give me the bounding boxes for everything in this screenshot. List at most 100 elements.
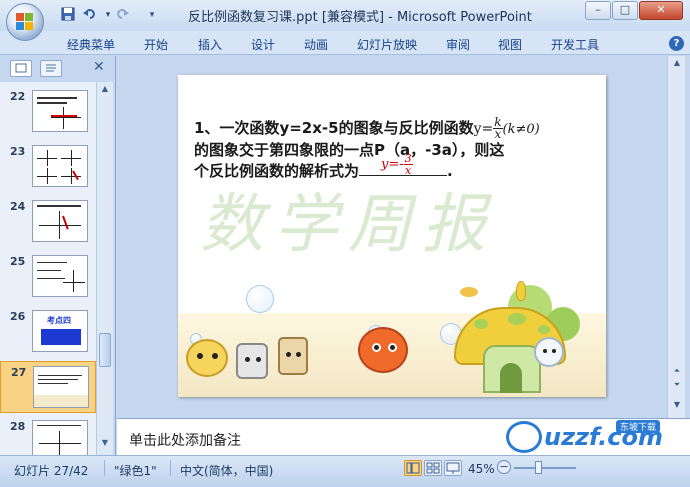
question-line-1: 1、一次函数y=2x-5的图象与反比例函数y= k x(k≠0) bbox=[194, 116, 594, 141]
scroll-down-icon[interactable]: ▼ bbox=[671, 400, 683, 414]
watermark-text: 数学周报 bbox=[200, 188, 496, 262]
slides-tab[interactable] bbox=[10, 60, 32, 77]
tab-animation[interactable]: 动画 bbox=[304, 36, 328, 53]
tab-review[interactable]: 审阅 bbox=[446, 36, 470, 53]
slide-editor: 数学周报 1、一次函数y=2x-5的图象与反比例函数y= k x(k≠0) 的图… bbox=[117, 56, 690, 418]
thumbnail-image: 考点四 bbox=[32, 310, 88, 352]
thumbnail-22[interactable]: 22 bbox=[0, 86, 96, 138]
answer-denominator: x bbox=[405, 164, 412, 177]
line1-fraction: kx bbox=[493, 116, 503, 141]
tan-character bbox=[278, 337, 308, 375]
bubble-decoration bbox=[246, 285, 274, 313]
thumbnail-number: 26 bbox=[10, 310, 26, 323]
scroll-up-icon[interactable]: ▲ bbox=[99, 84, 111, 98]
question-line-3: 个反比例函数的解析式为 y=- 3 x. bbox=[194, 153, 594, 182]
thumbnail-image bbox=[33, 366, 89, 408]
scroll-up-icon[interactable]: ▲ bbox=[671, 58, 683, 72]
maximize-button[interactable]: □ bbox=[612, 1, 638, 20]
notes-placeholder: 单击此处添加备注 bbox=[129, 433, 241, 449]
zoom-level[interactable]: 45% bbox=[468, 462, 495, 476]
outline-tab[interactable] bbox=[40, 60, 62, 77]
status-bar: 幻灯片 27/42 "绿色1" 中文(简体，中国) 45% − bbox=[0, 455, 690, 487]
thumbnail-scrollbar[interactable]: ▲ ▼ bbox=[96, 82, 113, 455]
thumbnail-27[interactable]: 27 bbox=[0, 361, 96, 413]
line1-y: y= bbox=[473, 121, 494, 137]
thumbnail-text: 考点四 bbox=[47, 316, 71, 325]
slides-panel: ✕ 22 23 24 25 26 考点四 27 28 ▲ ▼ bbox=[0, 56, 116, 455]
tab-view[interactable]: 视图 bbox=[498, 36, 522, 53]
thumbnail-23[interactable]: 23 bbox=[0, 141, 96, 193]
window-title: 反比例函数复习课.ppt [兼容模式] - Microsoft PowerPoi… bbox=[188, 10, 532, 25]
line3-prefix: 个反比例函数的解析式为 bbox=[194, 162, 360, 180]
theme-name[interactable]: "绿色1" bbox=[114, 462, 157, 479]
answer-text: y=- 3 x bbox=[381, 153, 413, 176]
title-bar: ▾ ▾ 反比例函数复习课.ppt [兼容模式] - Microsoft Powe… bbox=[0, 0, 690, 41]
line1-condition: (k≠0) bbox=[502, 122, 540, 137]
thumbnail-image bbox=[32, 90, 88, 132]
white-character bbox=[534, 337, 564, 367]
tab-developer[interactable]: 开发工具 bbox=[551, 36, 599, 53]
minimize-button[interactable]: – bbox=[585, 1, 611, 20]
thumbnail-26[interactable]: 26 考点四 bbox=[0, 306, 96, 358]
thumbnail-image bbox=[32, 255, 88, 297]
question-text[interactable]: 1、一次函数y=2x-5的图象与反比例函数y= k x(k≠0) 的图象交于第四象限… bbox=[194, 116, 594, 182]
brand-watermark: uzzf.com 东坡下载 bbox=[506, 419, 682, 456]
language-indicator[interactable]: 中文(简体，中国) bbox=[180, 462, 273, 479]
next-slide-icon[interactable]: ⏷ bbox=[671, 380, 683, 394]
thumbnail-image bbox=[32, 420, 88, 455]
line3-end: . bbox=[447, 162, 453, 180]
thumbnail-number: 25 bbox=[10, 255, 26, 268]
slideshow-button[interactable] bbox=[444, 460, 462, 476]
thumbnail-number: 22 bbox=[10, 90, 26, 103]
line1-prefix: 1、一次函数 bbox=[194, 119, 280, 137]
fraction-denominator: x bbox=[494, 127, 502, 141]
slide-scrollbar[interactable]: ▲ ⏶ ⏷ ▼ bbox=[667, 56, 685, 418]
thumbnail-number: 28 bbox=[10, 420, 26, 433]
chimney-decoration bbox=[516, 281, 526, 301]
answer-blank: y=- 3 x bbox=[359, 153, 448, 176]
tab-slideshow[interactable]: 幻灯片放映 bbox=[357, 36, 417, 53]
normal-view-button[interactable] bbox=[404, 460, 422, 476]
ribbon-tabs: 经典菜单 开始 插入 设计 动画 幻灯片放映 审阅 视图 开发工具 ? bbox=[0, 31, 690, 55]
office-button[interactable] bbox=[6, 3, 44, 41]
orange-character bbox=[358, 327, 408, 373]
slide-canvas[interactable]: 数学周报 1、一次函数y=2x-5的图象与反比例函数y= k x(k≠0) 的图… bbox=[178, 75, 606, 397]
redo-icon[interactable] bbox=[114, 7, 130, 23]
thumbnail-image bbox=[32, 145, 88, 187]
tab-design[interactable]: 设计 bbox=[251, 36, 275, 53]
thumbnail-list: 22 23 24 25 26 考点四 27 28 bbox=[0, 82, 96, 455]
tab-home[interactable]: 开始 bbox=[144, 36, 168, 53]
undo-icon[interactable] bbox=[82, 7, 98, 23]
thumbnail-28[interactable]: 28 bbox=[0, 416, 96, 455]
mushroom-house-door bbox=[500, 363, 522, 393]
thumbnail-25[interactable]: 25 bbox=[0, 251, 96, 303]
notes-pane[interactable]: 单击此处添加备注 uzzf.com 东坡下载 bbox=[117, 418, 690, 455]
gray-character bbox=[236, 343, 268, 379]
tab-insert[interactable]: 插入 bbox=[198, 36, 222, 53]
prev-slide-icon[interactable]: ⏶ bbox=[671, 366, 683, 380]
thumbnail-number: 23 bbox=[10, 145, 26, 158]
thumbnail-number: 27 bbox=[11, 366, 27, 379]
slide-sorter-button[interactable] bbox=[424, 460, 442, 476]
yellow-character bbox=[186, 339, 228, 377]
help-icon[interactable]: ? bbox=[669, 36, 684, 51]
tab-classic-menu[interactable]: 经典菜单 bbox=[67, 36, 115, 53]
office-logo-icon bbox=[16, 13, 34, 31]
save-icon[interactable] bbox=[60, 7, 76, 23]
brand-logo-icon bbox=[506, 421, 542, 453]
scroll-thumb[interactable] bbox=[99, 333, 111, 367]
close-button[interactable]: ✕ bbox=[639, 1, 683, 20]
line1-equation: y=2x-5 bbox=[279, 119, 339, 137]
answer-prefix: y=- bbox=[381, 157, 404, 172]
scroll-down-icon[interactable]: ▼ bbox=[99, 438, 111, 452]
answer-fraction: 3x bbox=[403, 153, 413, 177]
thumbnail-number: 24 bbox=[10, 200, 26, 213]
zoom-out-icon[interactable]: − bbox=[497, 460, 511, 474]
customize-toolbar-icon[interactable]: ▾ bbox=[144, 7, 160, 23]
panel-close-icon[interactable]: ✕ bbox=[93, 59, 105, 75]
zoom-slider-handle[interactable] bbox=[535, 461, 542, 474]
thumbnail-24[interactable]: 24 bbox=[0, 196, 96, 248]
zoom-slider[interactable] bbox=[514, 467, 576, 469]
bird-decoration bbox=[460, 287, 478, 297]
thumbnail-image bbox=[32, 200, 88, 242]
